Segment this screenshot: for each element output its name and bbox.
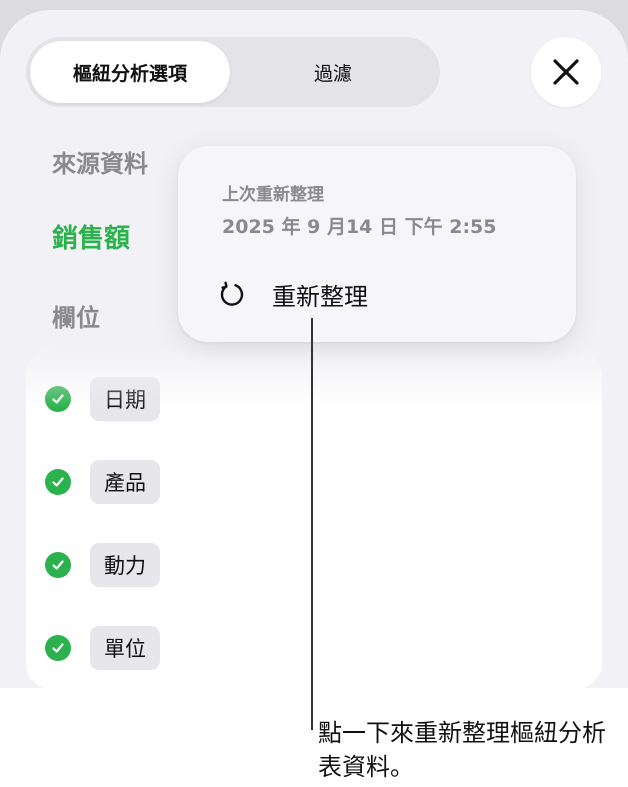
source-data-value[interactable]: 銷售額 <box>52 218 130 255</box>
tab-filter[interactable]: 過濾 <box>230 41 436 103</box>
checkmark-icon <box>45 552 71 578</box>
callout-text: 點一下來重新整理樞紐分析表資料。 <box>318 719 606 781</box>
field-row[interactable]: 單位 <box>45 626 160 670</box>
field-chip[interactable]: 動力 <box>90 543 160 587</box>
source-data-label: 來源資料 <box>52 150 148 178</box>
field-chip[interactable]: 單位 <box>90 626 160 670</box>
field-label: 產品 <box>104 471 146 495</box>
fields-label: 欄位 <box>52 304 100 332</box>
checkmark-icon <box>45 635 71 661</box>
refresh-icon <box>218 280 246 308</box>
close-icon <box>553 59 579 85</box>
callout-leader-line <box>311 318 313 730</box>
tab-filter-label: 過濾 <box>313 62 352 85</box>
pivot-options-sheet: 樞紐分析選項 過濾 來源資料 銷售額 欄位 日期 <box>0 10 628 688</box>
popover-shadow-band <box>26 349 602 409</box>
tab-pivot-options[interactable]: 樞紐分析選項 <box>30 41 230 103</box>
field-label: 動力 <box>104 554 146 578</box>
tab-pivot-options-label: 樞紐分析選項 <box>72 62 187 85</box>
field-label: 單位 <box>104 637 146 661</box>
last-refresh-time: 2025 年 9 月14 日 下午 2:55 <box>222 216 497 238</box>
field-chip[interactable]: 產品 <box>90 460 160 504</box>
field-row[interactable]: 動力 <box>45 543 160 587</box>
last-refresh-label: 上次重新整理 <box>222 185 324 205</box>
close-button[interactable] <box>531 37 601 107</box>
stage: 樞紐分析選項 過濾 來源資料 銷售額 欄位 日期 <box>0 0 628 787</box>
checkmark-icon <box>45 469 71 495</box>
field-row[interactable]: 產品 <box>45 460 160 504</box>
refresh-label: 重新整理 <box>272 282 368 311</box>
tab-segmented-control: 樞紐分析選項 過濾 <box>26 37 440 107</box>
refresh-button[interactable]: 重新整理 <box>218 272 368 316</box>
refresh-popover: 上次重新整理 2025 年 9 月14 日 下午 2:55 重新整理 <box>178 146 576 342</box>
